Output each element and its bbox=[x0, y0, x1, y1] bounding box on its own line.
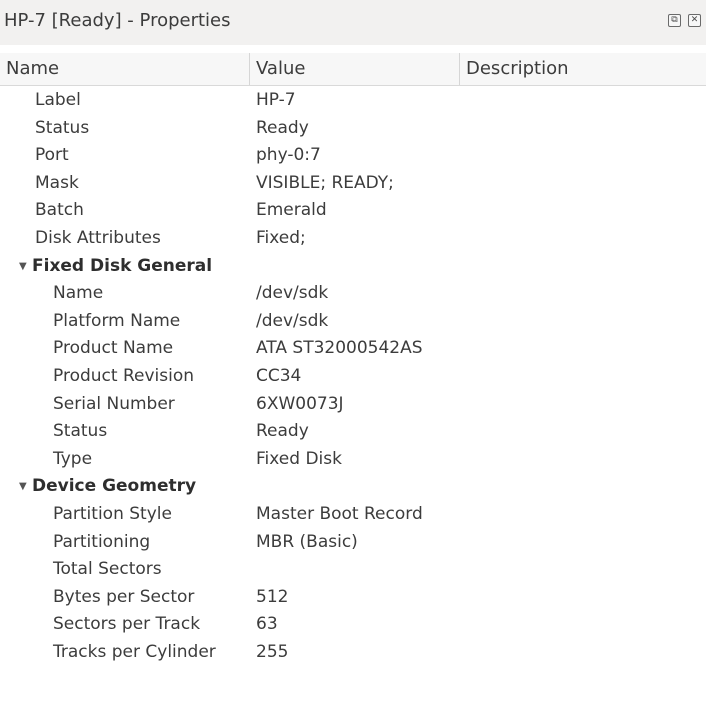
property-value: Ready bbox=[256, 421, 309, 442]
property-value: VISIBLE; READY; bbox=[256, 172, 394, 193]
property-row[interactable]: Serial Number 6XW0073J bbox=[0, 391, 706, 419]
property-row[interactable]: Product Name ATA ST32000542AS bbox=[0, 335, 706, 363]
property-row[interactable]: Partitioning MBR (Basic) bbox=[0, 529, 706, 557]
properties-panel: HP-7 [Ready] - Properties ⧉ ✕ Name Value… bbox=[0, 0, 706, 719]
property-row[interactable]: Partition Style Master Boot Record bbox=[0, 501, 706, 529]
property-row[interactable]: Batch Emerald bbox=[0, 197, 706, 225]
property-value: 6XW0073J bbox=[256, 393, 344, 414]
float-icon[interactable]: ⧉ bbox=[668, 14, 681, 27]
property-value: Master Boot Record bbox=[256, 503, 423, 524]
property-row[interactable]: Platform Name/dev/sdk bbox=[0, 308, 706, 336]
group-name-cell: ▼ Device Geometry bbox=[0, 473, 269, 501]
column-header-value[interactable]: Value bbox=[250, 53, 460, 85]
property-row[interactable]: Type Fixed Disk bbox=[0, 446, 706, 474]
property-row[interactable]: Status Ready bbox=[0, 115, 706, 143]
property-value: Emerald bbox=[256, 200, 327, 221]
column-header-name[interactable]: Name bbox=[0, 53, 250, 85]
property-value: ATA ST32000542AS bbox=[256, 338, 423, 359]
property-name: Disk Attributes bbox=[35, 227, 161, 248]
property-value: MBR (Basic) bbox=[256, 531, 358, 552]
property-value: phy-0:7 bbox=[256, 145, 321, 166]
property-value: Fixed Disk bbox=[256, 448, 342, 469]
panel-titlebar: HP-7 [Ready] - Properties ⧉ ✕ bbox=[0, 0, 706, 45]
column-header-description[interactable]: Description bbox=[460, 53, 706, 85]
property-row[interactable]: Disk Attributes Fixed; bbox=[0, 225, 706, 253]
property-value: Fixed; bbox=[256, 227, 306, 248]
property-row[interactable]: Name/dev/sdk bbox=[0, 280, 706, 308]
property-value: CC34 bbox=[256, 365, 302, 386]
property-tree: Label HP-7 Status Ready Port phy-0:7 Mask VISIB… bbox=[0, 87, 706, 666]
table-header: Name Value Description bbox=[0, 53, 706, 86]
property-row[interactable]: Label HP-7 bbox=[0, 87, 706, 115]
property-name: Batch bbox=[35, 200, 84, 221]
expand-arrow-icon[interactable]: ▼ bbox=[19, 473, 32, 501]
property-name: Label bbox=[35, 90, 81, 110]
property-value: HP-7 bbox=[256, 90, 296, 110]
property-value: 512 bbox=[256, 586, 289, 607]
close-icon[interactable]: ✕ bbox=[688, 14, 701, 27]
group-row[interactable]: ▼ Device Geometry bbox=[0, 473, 706, 501]
property-value: Ready bbox=[256, 117, 309, 138]
group-name-cell: ▼ Fixed Disk General bbox=[0, 253, 269, 281]
group-row[interactable]: ▼ Fixed Disk General bbox=[0, 253, 706, 281]
property-row[interactable]: Sectors per Track 63 bbox=[0, 611, 706, 639]
property-row[interactable]: Tracks per Cylinder 255 bbox=[0, 639, 706, 667]
group-label: Fixed Disk General bbox=[32, 255, 213, 276]
property-name: Status bbox=[35, 117, 90, 138]
group-label: Device Geometry bbox=[32, 476, 197, 497]
property-name: Port bbox=[35, 145, 69, 166]
property-value: /dev/sdk bbox=[256, 310, 329, 331]
property-value: /dev/sdk bbox=[256, 283, 329, 304]
property-value: 63 bbox=[256, 614, 278, 635]
property-value: 255 bbox=[256, 641, 289, 662]
property-row[interactable]: Status Ready bbox=[0, 418, 706, 446]
property-name: Mask bbox=[35, 172, 79, 193]
panel-title: HP-7 [Ready] - Properties bbox=[4, 10, 231, 31]
property-row[interactable]: Port phy-0:7 bbox=[0, 142, 706, 170]
property-row[interactable]: Mask VISIBLE; READY; bbox=[0, 170, 706, 198]
property-row[interactable]: Bytes per Sector 512 bbox=[0, 584, 706, 612]
property-name: Total Sectors bbox=[53, 559, 162, 580]
property-row[interactable]: Product Revision CC34 bbox=[0, 363, 706, 391]
property-row[interactable]: Total Sectors bbox=[0, 556, 706, 584]
expand-arrow-icon[interactable]: ▼ bbox=[19, 253, 32, 281]
